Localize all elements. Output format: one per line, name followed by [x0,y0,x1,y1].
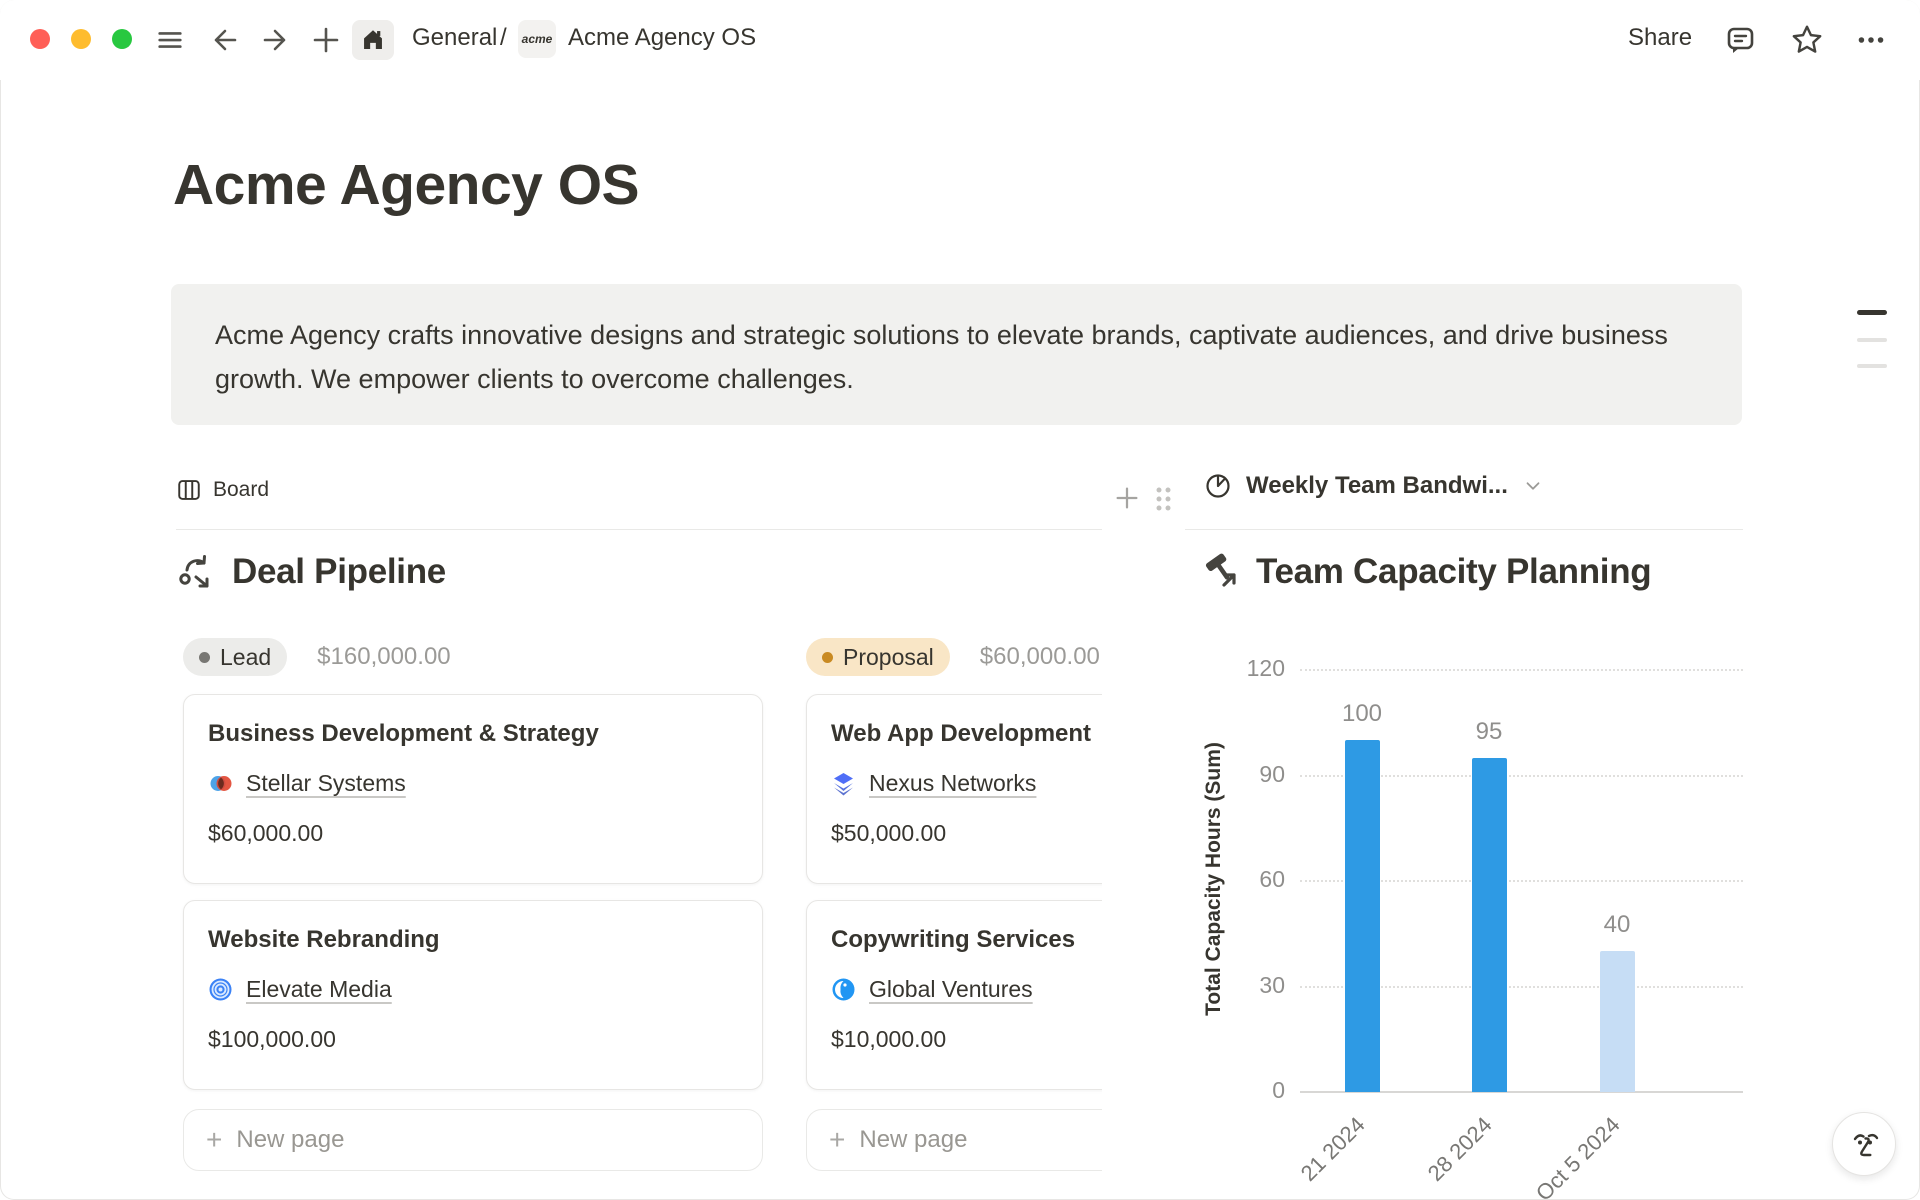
team-capacity-bar-chart: Total Capacity Hours (Sum) 0306090120100… [1185,640,1745,1200]
team-capacity-heading[interactable]: Team Capacity Planning [1200,552,1651,592]
status-label: Lead [220,644,271,671]
page-icon[interactable]: acme [518,20,556,58]
home-button[interactable] [352,20,394,60]
new-tab-icon[interactable] [308,22,344,58]
drag-handle-icon[interactable] [1150,483,1176,515]
board-card[interactable]: Web App Development Nexus Networks $50,0… [806,694,1102,884]
deal-pipeline-board: Lead $160,000.00 Business Development & … [176,610,1102,1200]
y-tick-label: 60 [1215,866,1285,893]
minimize-window-button[interactable] [71,29,91,49]
card-value: $60,000.00 [208,820,738,847]
card-value: $50,000.00 [831,820,1102,847]
title-bar: General / acme Acme Agency OS Share [0,0,1920,80]
new-page-button[interactable]: + New page [806,1109,1102,1171]
bar-value-label: 40 [1572,911,1662,939]
toc-entry[interactable] [1857,364,1887,368]
view-selector[interactable]: Weekly Team Bandwi... [1204,472,1544,500]
group-sum: $160,000.00 [317,643,450,671]
y-tick-label: 120 [1215,655,1285,682]
y-tick-label: 90 [1215,761,1285,788]
more-options-icon[interactable] [1853,22,1889,58]
elevate-media-logo-icon [208,977,233,1002]
tab-board-view[interactable]: Board [176,468,269,512]
hammer-icon [1200,552,1240,592]
callout-block: Acme Agency crafts innovative designs an… [171,284,1742,425]
card-title: Business Development & Strategy [208,720,738,748]
x-tick-label: 21 2024 [1296,1112,1371,1187]
status-badge-proposal[interactable]: Proposal [806,638,950,676]
deal-pipeline-heading[interactable]: Deal Pipeline [176,552,446,592]
zoom-window-button[interactable] [112,29,132,49]
home-icon [360,27,386,53]
plus-icon: + [206,1126,222,1154]
card-title: Web App Development [831,720,1102,748]
notion-ai-button[interactable] [1832,1112,1896,1176]
chart-view-icon [1204,472,1232,500]
chart-bar[interactable] [1472,758,1507,1092]
ai-face-icon [1846,1126,1882,1162]
chart-bar[interactable] [1345,740,1380,1092]
status-label: Proposal [843,644,934,671]
view-selector-label: Weekly Team Bandwi... [1246,472,1508,500]
sidebar-toggle-icon[interactable] [152,22,188,58]
close-window-button[interactable] [30,29,50,49]
toc-entry[interactable] [1857,338,1887,342]
group-header-proposal: Proposal $60,000.00 [806,638,1100,676]
plus-icon: + [829,1126,845,1154]
back-arrow-icon[interactable] [206,22,242,58]
card-title: Copywriting Services [831,926,1102,954]
company-link[interactable]: Global Ventures [869,976,1033,1003]
y-tick-label: 30 [1215,972,1285,999]
status-dot [199,652,210,663]
add-block-plus-icon[interactable] [1110,481,1144,515]
share-button[interactable]: Share [1628,24,1692,52]
status-badge-lead[interactable]: Lead [183,638,287,676]
global-ventures-logo-icon [831,977,856,1002]
y-tick-label: 0 [1215,1077,1285,1104]
pipeline-sync-icon [176,552,216,592]
new-page-label: New page [236,1126,344,1154]
board-card[interactable]: Website Rebranding Elevate Media $100,00… [183,900,763,1090]
chart-header-divider [1185,529,1743,530]
forward-arrow-icon[interactable] [258,22,294,58]
group-sum: $60,000.00 [980,643,1100,671]
board-tab-label: Board [213,478,269,502]
breadcrumb-page[interactable]: Acme Agency OS [568,24,756,52]
favorite-star-icon[interactable] [1789,22,1825,58]
bar-value-label: 100 [1317,700,1407,728]
board-header-divider [176,529,1102,530]
chevron-down-icon [1522,475,1544,497]
x-tick-label: 28 2024 [1423,1112,1498,1187]
bar-value-label: 95 [1444,718,1534,746]
x-tick-label: Oct 5 2024 [1531,1112,1625,1200]
board-card[interactable]: Copywriting Services Global Ventures $10… [806,900,1102,1090]
breadcrumb-separator: / [500,24,507,52]
y-gridline [1300,669,1743,671]
toc-entry-current[interactable] [1857,310,1887,315]
status-dot [822,652,833,663]
board-card[interactable]: Business Development & Strategy Stellar … [183,694,763,884]
new-page-button[interactable]: + New page [183,1109,763,1171]
chart-bar[interactable] [1600,951,1635,1092]
notion-window: General / acme Acme Agency OS Share Acme… [0,0,1920,1200]
page-title: Acme Agency OS [173,150,639,220]
nexus-networks-logo-icon [831,771,856,796]
deal-pipeline-title: Deal Pipeline [232,552,446,592]
company-link[interactable]: Stellar Systems [246,770,406,797]
board-view-icon [176,477,202,503]
stellar-systems-logo-icon [208,771,233,796]
new-page-label: New page [859,1126,967,1154]
group-header-lead: Lead $160,000.00 [183,638,451,676]
comments-icon[interactable] [1722,22,1758,58]
company-link[interactable]: Nexus Networks [869,770,1036,797]
company-link[interactable]: Elevate Media [246,976,392,1003]
card-title: Website Rebranding [208,926,738,954]
card-value: $100,000.00 [208,1026,738,1053]
card-value: $10,000.00 [831,1026,1102,1053]
team-capacity-title: Team Capacity Planning [1256,552,1651,592]
breadcrumb-teamspace[interactable]: General [412,24,497,52]
